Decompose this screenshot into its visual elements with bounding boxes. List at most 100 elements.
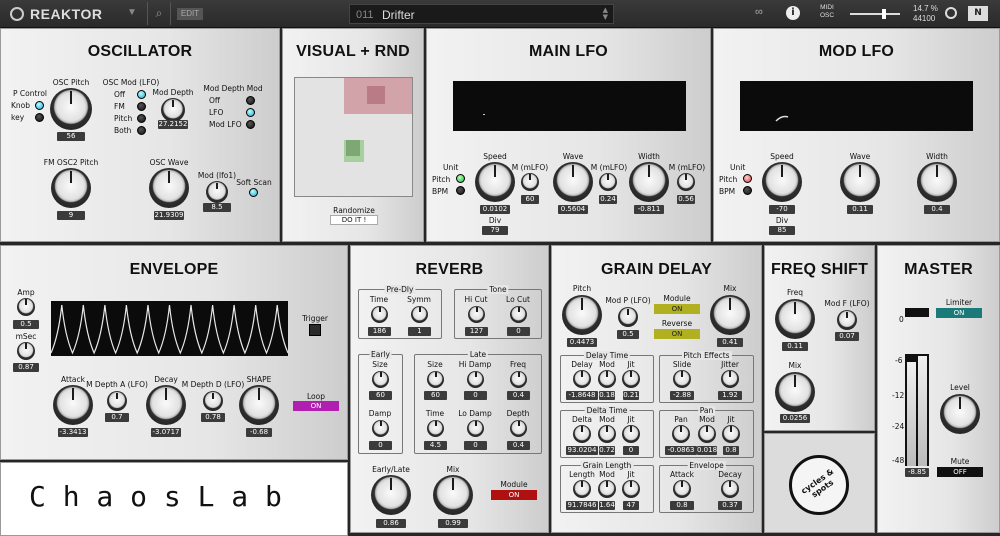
locut-value[interactable]: 0 <box>507 327 530 336</box>
mod-lfo-wave-knob[interactable] <box>840 162 880 202</box>
shape-knob[interactable] <box>239 385 279 425</box>
shape-value[interactable]: -0.68 <box>246 428 272 437</box>
grain-attack-knob[interactable] <box>673 480 691 498</box>
delta-knob[interactable] <box>573 425 591 443</box>
key-option-led[interactable] <box>35 113 44 122</box>
mod-lfo1-value[interactable]: 8.5 <box>203 203 231 212</box>
fs-mix-value[interactable]: 0.0256 <box>780 414 810 423</box>
power-icon[interactable] <box>945 7 957 19</box>
predly-time-value[interactable]: 186 <box>368 327 391 336</box>
lodamp-knob[interactable] <box>467 420 484 437</box>
reverb-mix-value[interactable]: 0.99 <box>438 519 468 528</box>
main-lfo-m1-knob[interactable] <box>521 173 539 191</box>
slide-value[interactable]: -2.88 <box>670 391 694 400</box>
main-lfo-m3-value[interactable]: 0.56 <box>677 195 695 204</box>
gl-mod-value[interactable]: 1.64 <box>599 501 615 510</box>
fs-modf-knob[interactable] <box>837 310 857 330</box>
mod-depth-value[interactable]: 27.2152 <box>158 120 188 129</box>
early-late-knob[interactable] <box>371 475 411 515</box>
length-value[interactable]: 91.7846 <box>566 501 598 510</box>
late-size-knob[interactable] <box>427 371 444 388</box>
main-lfo-wave-value[interactable]: 0.5604 <box>558 205 588 214</box>
ni-logo-icon[interactable]: N <box>968 6 988 21</box>
mdm-opt-off-led[interactable] <box>246 96 255 105</box>
pan-jit-value[interactable]: 0.8 <box>723 446 739 455</box>
mdepth-d-value[interactable]: 0.78 <box>201 413 225 422</box>
mute-button[interactable]: OFF <box>937 467 983 477</box>
symm-knob[interactable] <box>411 306 428 323</box>
dt-delay-value[interactable]: -1.8648 <box>566 391 598 400</box>
depth-knob[interactable] <box>510 420 527 437</box>
pan-pan-knob[interactable] <box>672 425 690 443</box>
decay-value[interactable]: -3.0717 <box>151 428 181 437</box>
lodamp-value[interactable]: 0 <box>464 441 487 450</box>
fs-modf-value[interactable]: 0.07 <box>835 332 859 341</box>
mod-depth-knob[interactable] <box>161 98 185 122</box>
dt-mod-value[interactable]: 0.18 <box>599 391 615 400</box>
mod-lfo-speed-knob[interactable] <box>762 162 802 202</box>
msec-value[interactable]: 0.87 <box>13 363 39 372</box>
pan-pan-value[interactable]: -0.0863 <box>665 446 697 455</box>
gl-jit-value[interactable]: 47 <box>623 501 639 510</box>
main-lfo-bpm-led[interactable] <box>456 186 465 195</box>
soft-scan-led[interactable] <box>249 188 258 197</box>
main-lfo-pitch-led[interactable] <box>456 174 465 183</box>
damp-value[interactable]: 0 <box>369 441 392 450</box>
mod-lfo-pitch-led[interactable] <box>743 174 752 183</box>
grain-attack-value[interactable]: 0.8 <box>670 501 694 510</box>
reverb-module-button[interactable]: ON <box>491 490 537 500</box>
mod-lfo-width-value[interactable]: 0.4 <box>924 205 950 214</box>
mod-lfo-bpm-led[interactable] <box>743 186 752 195</box>
length-knob[interactable] <box>573 480 591 498</box>
fs-mix-knob[interactable] <box>775 372 815 412</box>
fm-osc2-pitch-knob[interactable] <box>51 168 91 208</box>
fs-freq-knob[interactable] <box>775 299 815 339</box>
early-late-value[interactable]: 0.86 <box>376 519 406 528</box>
attack-knob[interactable] <box>53 385 93 425</box>
jitter-value[interactable]: 1.92 <box>718 391 742 400</box>
dt-jit-knob[interactable] <box>622 370 640 388</box>
osc-pitch-knob[interactable] <box>50 88 92 130</box>
grain-reverse-button[interactable]: ON <box>654 329 700 339</box>
freq-value[interactable]: 0.4 <box>507 391 530 400</box>
main-lfo-m2-value[interactable]: 0.24 <box>599 195 617 204</box>
preset-selector[interactable]: 011 Drifter ▲ ▼ <box>349 4 614 24</box>
predly-time-knob[interactable] <box>371 306 388 323</box>
mod-opt-pitch-led[interactable] <box>137 114 146 123</box>
jitter-knob[interactable] <box>721 370 739 388</box>
late-time-value[interactable]: 4.5 <box>424 441 447 450</box>
pan-mod-knob[interactable] <box>698 425 716 443</box>
reverb-mix-knob[interactable] <box>433 475 473 515</box>
dt-mod-knob[interactable] <box>598 370 616 388</box>
slide-knob[interactable] <box>673 370 691 388</box>
dl-jit-value[interactable]: 0 <box>623 446 639 455</box>
main-lfo-m2-knob[interactable] <box>599 173 617 191</box>
pan-mod-value[interactable]: 0.018 <box>697 446 717 455</box>
mdepth-d-knob[interactable] <box>203 391 223 411</box>
info-icon[interactable]: i <box>786 6 800 20</box>
decay-knob[interactable] <box>146 385 186 425</box>
hicut-knob[interactable] <box>468 306 485 323</box>
main-lfo-width-value[interactable]: -0.811 <box>634 205 664 214</box>
early-size-knob[interactable] <box>372 371 389 388</box>
cable-icon[interactable]: ∞ <box>755 6 763 18</box>
volume-slider-thumb[interactable] <box>882 9 886 19</box>
dl-jit-knob[interactable] <box>622 425 640 443</box>
main-lfo-wave-knob[interactable] <box>553 162 593 202</box>
damp-knob[interactable] <box>372 420 389 437</box>
grain-modp-value[interactable]: 0.5 <box>617 330 639 339</box>
mdepth-a-knob[interactable] <box>107 391 127 411</box>
dl-mod-knob[interactable] <box>598 425 616 443</box>
osc-wave-knob[interactable] <box>149 168 189 208</box>
dl-mod-value[interactable]: 0.72 <box>599 446 615 455</box>
limiter-button[interactable]: ON <box>936 308 982 318</box>
grain-mix-value[interactable]: 0.41 <box>717 338 743 347</box>
grain-pitch-value[interactable]: 0.4473 <box>567 338 597 347</box>
knob-option-led[interactable] <box>35 101 44 110</box>
grain-modp-knob[interactable] <box>618 307 638 327</box>
fm-osc2-pitch-value[interactable]: 9 <box>57 211 85 220</box>
amp-value[interactable]: 0.5 <box>13 320 39 329</box>
hicut-value[interactable]: 127 <box>465 327 488 336</box>
grain-mix-knob[interactable] <box>710 295 750 335</box>
main-lfo-width-knob[interactable] <box>629 162 669 202</box>
